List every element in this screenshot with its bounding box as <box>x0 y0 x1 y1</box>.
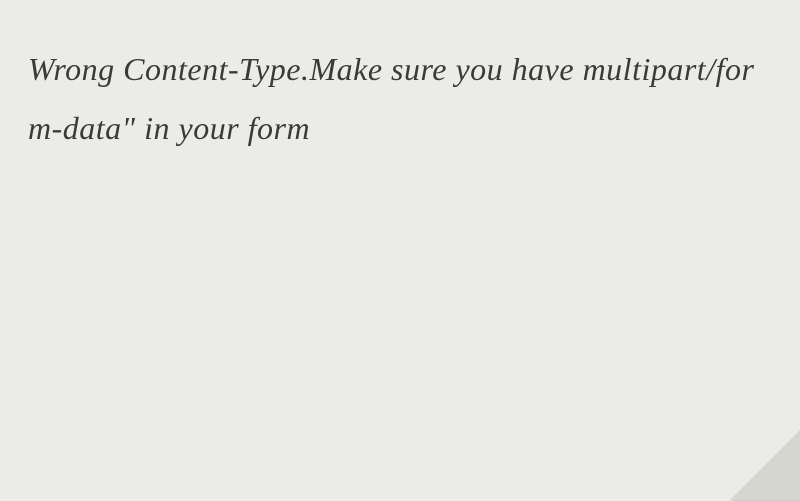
document-text: Wrong Content-Type.Make sure you have mu… <box>0 0 800 158</box>
page-corner-fold <box>730 430 800 500</box>
